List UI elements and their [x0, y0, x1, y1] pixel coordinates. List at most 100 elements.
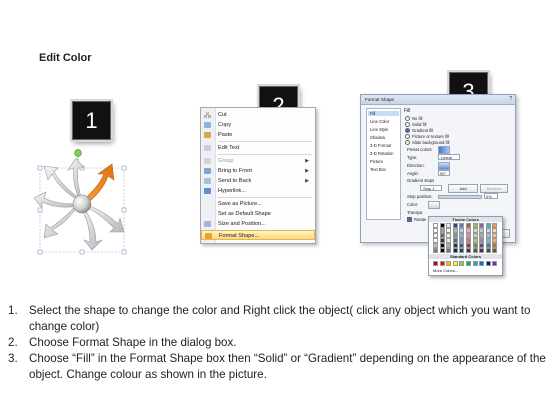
format-shape-icon	[205, 233, 212, 239]
color-palette-popup: Theme Colors Standard Colors More Colors…	[428, 216, 503, 276]
menu-item-send-to-back[interactable]: Send to Back ▶	[201, 176, 315, 186]
scissors-icon	[204, 112, 211, 118]
menu-item-label: Set as Default Shape	[218, 211, 271, 217]
menu-item-set-default-shape[interactable]: Set as Default Shape	[201, 209, 315, 219]
menu-separator	[218, 197, 312, 198]
standard-colors-heading: Standard Colors	[429, 254, 502, 259]
standard-color-swatch[interactable]	[466, 261, 471, 266]
stop-position-input[interactable]: 0%	[484, 193, 498, 199]
stop-position-slider[interactable]	[438, 195, 482, 199]
rotate-with-shape-checkbox[interactable]: Rotate	[407, 217, 426, 223]
nav-item-3d-format[interactable]: 3-D Format	[370, 143, 391, 148]
theme-color-swatch[interactable]	[479, 248, 485, 253]
fill-heading: Fill	[404, 108, 411, 114]
theme-color-swatch[interactable]	[452, 248, 458, 253]
standard-color-swatch[interactable]	[492, 261, 498, 266]
send-back-icon	[204, 178, 211, 184]
type-label: Type:	[407, 155, 418, 160]
menu-item-label: Bring to Front	[218, 168, 252, 174]
menu-item-hyperlink[interactable]: Hyperlink...	[201, 186, 315, 196]
standard-color-swatch[interactable]	[433, 261, 438, 266]
menu-item-label: Copy	[218, 122, 232, 128]
nav-item-line-color[interactable]: Line Color	[370, 119, 389, 124]
menu-item-label: Edit Text	[218, 145, 240, 151]
menu-item-edit-text[interactable]: Edit Text	[201, 143, 315, 153]
menu-item-copy[interactable]: Copy	[201, 120, 315, 130]
theme-color-swatch[interactable]	[446, 248, 452, 253]
edit-text-icon	[204, 145, 211, 151]
preset-colors-dropdown[interactable]	[438, 146, 450, 154]
theme-color-swatch[interactable]	[439, 248, 445, 253]
submenu-arrow-icon: ▶	[305, 168, 309, 174]
theme-color-swatch[interactable]	[433, 248, 438, 253]
menu-item-save-as-picture[interactable]: Save as Picture...	[201, 199, 315, 209]
menu-item-label: Save as Picture...	[218, 201, 262, 207]
nav-item-line-style[interactable]: Line Style	[370, 127, 388, 132]
more-colors-link[interactable]: More Colors...	[433, 268, 458, 273]
color-dropdown[interactable]	[428, 201, 440, 209]
menu-item-label: Size and Position...	[218, 221, 266, 227]
group-icon	[204, 158, 211, 164]
gradient-stops-label: Gradient stops	[407, 178, 435, 183]
standard-color-swatch[interactable]	[479, 261, 485, 266]
standard-color-swatch[interactable]	[452, 261, 458, 266]
angle-input[interactable]: 90°	[438, 170, 450, 176]
standard-color-swatch[interactable]	[439, 261, 445, 266]
menu-item-label: Hyperlink...	[218, 188, 246, 194]
radio-picture-fill[interactable]: Picture or texture fill	[405, 134, 449, 140]
standard-color-swatch[interactable]	[446, 261, 452, 266]
dialog-title: Format Shape	[365, 97, 395, 102]
preset-colors-label: Preset colors:	[407, 147, 433, 152]
menu-item-group[interactable]: Group ▶	[201, 156, 315, 166]
dialog-nav: Fill Line Color Line Style Shadow 3-D Fo…	[366, 108, 401, 220]
standard-color-swatch[interactable]	[472, 261, 478, 266]
radio-slide-background-fill[interactable]: Slide background fill	[405, 140, 449, 146]
dialog-titlebar[interactable]: Format Shape ?	[361, 95, 515, 105]
theme-color-swatch[interactable]	[466, 248, 471, 253]
transparency-label: Transpa	[407, 210, 423, 215]
remove-stop-button[interactable]: Remove	[480, 184, 508, 193]
nav-item-fill[interactable]: Fill	[368, 111, 399, 116]
stop-dropdown[interactable]: Stop 1	[420, 185, 442, 191]
nav-item-picture[interactable]: Picture	[370, 159, 383, 164]
menu-item-cut[interactable]: Cut	[201, 110, 315, 120]
copy-icon	[204, 122, 211, 128]
stop-position-label: Stop position:	[407, 194, 433, 199]
color-label: Color:	[407, 202, 419, 207]
fill-pane: Fill No fill Solid fill Gradient fill Pi…	[402, 108, 510, 223]
theme-color-swatch[interactable]	[472, 248, 478, 253]
type-dropdown[interactable]: Linear	[438, 154, 460, 160]
step-badge-1: 1	[72, 101, 111, 140]
radio-gradient-fill[interactable]: Gradient fill	[405, 128, 433, 134]
menu-item-label: Paste	[218, 132, 233, 138]
help-icon[interactable]: ?	[509, 96, 512, 102]
menu-item-label: Send to Back	[218, 178, 252, 184]
standard-color-swatch[interactable]	[459, 261, 465, 266]
menu-item-format-shape[interactable]: Format Shape...	[201, 230, 315, 240]
radio-solid-fill[interactable]: Solid fill	[405, 122, 426, 128]
theme-color-swatch[interactable]	[485, 248, 491, 253]
instruction-item: 2. Choose Format Shape in the dialog box.	[8, 336, 237, 349]
menu-item-label: Format Shape...	[219, 233, 260, 239]
paste-icon	[204, 132, 211, 138]
nav-item-text-box[interactable]: Text Box	[370, 167, 386, 172]
add-stop-button[interactable]: Add	[448, 184, 478, 193]
standard-color-swatch[interactable]	[485, 261, 491, 266]
hyperlink-icon	[204, 188, 211, 194]
direction-dropdown[interactable]	[438, 162, 450, 170]
instruction-list: 1. Select the shape to change the color a…	[8, 303, 553, 383]
menu-separator	[218, 141, 312, 142]
nav-item-shadow[interactable]: Shadow	[370, 135, 385, 140]
instruction-item: 3. Choose “Fill” in the Format Shape box …	[8, 352, 546, 381]
context-menu: Cut Copy Paste Edit Text Group ▶ Bring t…	[200, 107, 316, 244]
theme-color-swatch[interactable]	[492, 248, 498, 253]
theme-color-swatch[interactable]	[459, 248, 465, 253]
menu-item-paste[interactable]: Paste	[201, 130, 315, 140]
menu-item-bring-to-front[interactable]: Bring to Front ▶	[201, 166, 315, 176]
pinwheel-arrows-shape[interactable]	[34, 156, 130, 252]
menu-item-size-and-position[interactable]: Size and Position...	[201, 219, 315, 229]
nav-item-3d-rotation[interactable]: 3-D Rotation	[370, 151, 394, 156]
size-icon	[204, 221, 211, 227]
menu-separator	[218, 154, 312, 155]
radio-no-fill[interactable]: No fill	[405, 116, 422, 122]
